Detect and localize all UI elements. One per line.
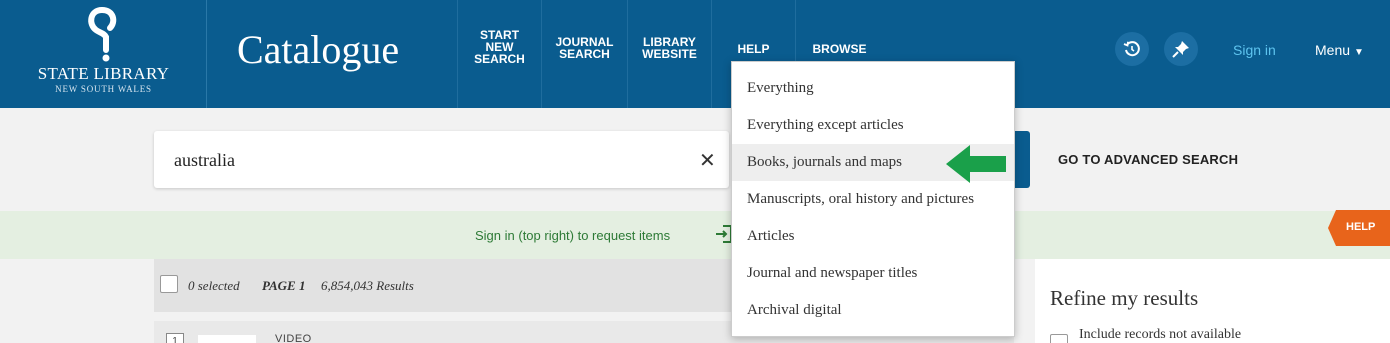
sign-in-notice: Sign in (top right) to request items [0, 211, 1390, 259]
state-library-logo[interactable]: STATE LIBRARY NEW SOUTH WALES [0, 0, 207, 108]
advanced-search-link[interactable]: GO TO ADVANCED SEARCH [1058, 152, 1238, 167]
history-button[interactable] [1115, 32, 1149, 66]
site-header: STATE LIBRARY NEW SOUTH WALES Catalogue … [0, 0, 1390, 108]
nav-library-website[interactable]: LIBRARY WEBSITE [627, 0, 711, 108]
nav-label: START NEW SEARCH [474, 28, 525, 66]
nav-label: BROWSE [812, 42, 867, 56]
refine-title: Refine my results [1050, 286, 1199, 310]
result-number: 1 [166, 333, 184, 343]
pointer-arrow-icon [946, 145, 1006, 183]
nav-journal-search[interactable]: JOURNAL SEARCH [541, 0, 627, 108]
scope-option-manuscripts[interactable]: Manuscripts, oral history and pictures [732, 181, 1014, 218]
search-scope-dropdown: Everything Everything except articles Bo… [731, 61, 1015, 337]
pinned-button[interactable] [1164, 32, 1198, 66]
result-type: VIDEO [275, 333, 312, 343]
scope-option-journal-newspaper-titles[interactable]: Journal and newspaper titles [732, 255, 1014, 292]
search-query: australia [174, 150, 235, 170]
menu-label: Menu [1315, 42, 1351, 58]
help-tab-label: HELP [1346, 221, 1376, 233]
search-input[interactable]: australia ✕ [154, 131, 729, 188]
logo-title: STATE LIBRARY [37, 64, 170, 83]
logo-mark-icon [88, 7, 117, 62]
menu-button[interactable]: Menu ▼ [1315, 42, 1364, 58]
app-title: Catalogue [237, 27, 400, 72]
history-icon [1123, 41, 1140, 57]
nav-label: HELP [737, 42, 770, 56]
scope-option-everything-except-articles[interactable]: Everything except articles [732, 107, 1014, 144]
nav-label: JOURNAL SEARCH [555, 35, 614, 61]
refine-option-label: Include records not available [1079, 327, 1242, 342]
scope-option-articles[interactable]: Articles [732, 218, 1014, 255]
include-unavailable-checkbox[interactable] [1050, 334, 1068, 343]
logo-subtitle: NEW SOUTH WALES [55, 84, 152, 94]
nav-label: LIBRARY WEBSITE [642, 35, 697, 61]
help-tab[interactable]: HELP [1328, 210, 1390, 246]
result-thumbnail [198, 335, 256, 343]
results-count: 6,854,043 Results [321, 278, 414, 293]
scope-option-everything[interactable]: Everything [732, 70, 1014, 107]
close-icon[interactable]: ✕ [699, 148, 716, 173]
caret-down-icon: ▼ [1354, 47, 1364, 58]
sign-in-link[interactable]: Sign in [1233, 42, 1276, 58]
notice-text[interactable]: Sign in (top right) to request items [475, 228, 670, 243]
page-indicator: PAGE 1 [262, 278, 306, 293]
scope-option-archival-digital[interactable]: Archival digital [732, 292, 1014, 329]
selected-count: 0 selected [188, 278, 240, 293]
select-all-checkbox[interactable] [160, 275, 178, 293]
refine-panel: Refine my results Include records not av… [1035, 259, 1390, 343]
nav-start-new-search[interactable]: START NEW SEARCH [457, 0, 541, 108]
pin-icon [1172, 41, 1189, 58]
